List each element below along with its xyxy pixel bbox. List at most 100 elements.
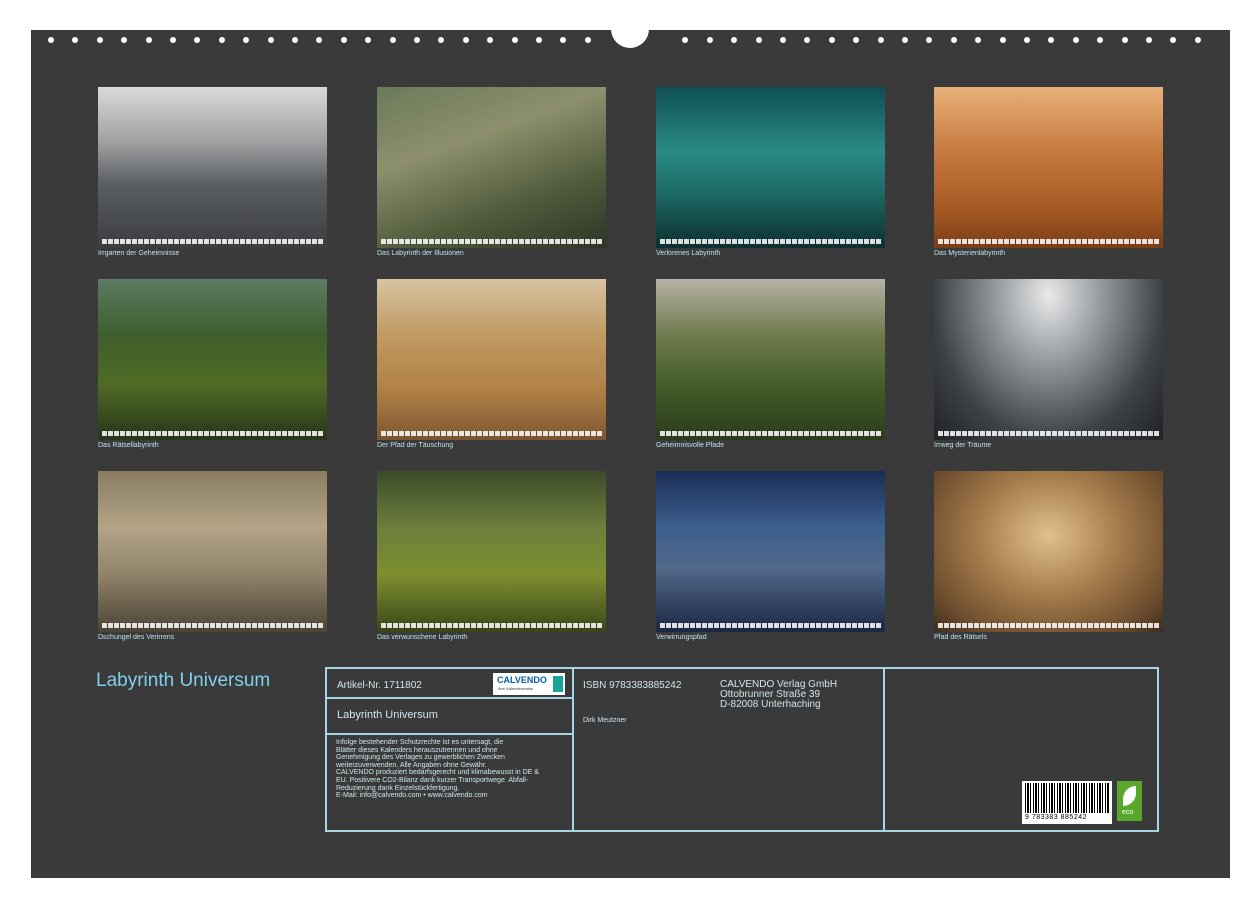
divider <box>327 733 572 735</box>
month-image <box>656 279 885 440</box>
author: Dirk Meutzner <box>583 717 627 724</box>
image-caption: Das Labyrinth der Illusionen <box>377 250 464 257</box>
legal-line: CALVENDO produziert bedarfsgerecht und k… <box>336 769 572 777</box>
binding-hole <box>1048 37 1054 43</box>
month-image <box>98 279 327 440</box>
binding-hole <box>219 37 225 43</box>
binding-hole <box>48 37 54 43</box>
binding-hole <box>97 37 103 43</box>
divider <box>327 697 572 699</box>
info-box: Artikel-Nr. 1711802 CALVENDO Ihre Kalend… <box>325 667 1159 832</box>
binding-hole <box>390 37 396 43</box>
month-calendar-strip <box>938 623 1159 628</box>
binding-hole <box>146 37 152 43</box>
image-caption: Irrweg der Träume <box>934 442 991 449</box>
publisher-address: CALVENDO Verlag GmbH Ottobrunner Straße … <box>720 680 837 710</box>
image-caption: Das verwunschene Labyrinth <box>377 634 467 641</box>
month-calendar-strip <box>660 623 881 628</box>
month-image <box>377 279 606 440</box>
binding-hole <box>1073 37 1079 43</box>
month-image <box>98 471 327 632</box>
leaf-icon <box>1123 786 1136 806</box>
month-image <box>377 87 606 248</box>
legal-line: weiterzuverwenden. Alle Angaben ohne Gew… <box>336 762 572 770</box>
calendar-back-sheet: Irrgarten der Geheimnisse Das Labyrinth d… <box>31 30 1230 878</box>
binding-hole <box>365 37 371 43</box>
divider <box>572 669 574 830</box>
binding-hole <box>902 37 908 43</box>
month-calendar-strip <box>938 431 1159 436</box>
month-calendar-strip <box>381 623 602 628</box>
binding-hole <box>731 37 737 43</box>
month-image <box>656 471 885 632</box>
divider <box>883 669 885 830</box>
month-calendar-strip <box>660 431 881 436</box>
barcode-number: 9 783383 885242 <box>1025 814 1087 821</box>
binding-hole <box>853 37 859 43</box>
binding-hole <box>438 37 444 43</box>
binding-hole <box>341 37 347 43</box>
binding-hole <box>292 37 298 43</box>
month-image <box>377 471 606 632</box>
binding-hole <box>1146 37 1152 43</box>
binding-hole <box>1024 37 1030 43</box>
binding-hole <box>878 37 884 43</box>
legal-line: EU. Positivere CO2-Bilanz dank kurzer Tr… <box>336 777 572 785</box>
binding-hole <box>780 37 786 43</box>
month-calendar-strip <box>102 623 323 628</box>
binding-hole <box>1097 37 1103 43</box>
legal-line: Genehmigung des Verlages zu gewerblichen… <box>336 754 572 762</box>
binding-hole <box>756 37 762 43</box>
binding-hole <box>121 37 127 43</box>
binding-hole <box>1170 37 1176 43</box>
binding-hole <box>1000 37 1006 43</box>
binding-hole <box>487 37 493 43</box>
binding-hole <box>316 37 322 43</box>
month-image <box>98 87 327 248</box>
binding-hole <box>829 37 835 43</box>
barcode-bars <box>1025 783 1109 813</box>
image-caption: Verlorenes Labyrinth <box>656 250 720 257</box>
article-number: Artikel-Nr. 1711802 <box>337 680 422 691</box>
binding-hole <box>682 37 688 43</box>
binding-hole <box>268 37 274 43</box>
eco-badge: eco <box>1117 781 1142 821</box>
binding-hole <box>951 37 957 43</box>
image-caption: Das Rätsellabyrinth <box>98 442 159 449</box>
binding-hole <box>72 37 78 43</box>
month-calendar-strip <box>381 239 602 244</box>
binding-hole <box>414 37 420 43</box>
binding-hole <box>512 37 518 43</box>
legal-line: Reduzierung dank Einzelstückfertigung. <box>336 785 572 793</box>
calvendo-logo: CALVENDO Ihre Kalendermarke <box>493 673 565 695</box>
logo-subtext: Ihre Kalendermarke <box>498 686 533 691</box>
month-calendar-strip <box>102 239 323 244</box>
binding-hole <box>585 37 591 43</box>
month-image <box>656 87 885 248</box>
image-caption: Dschungel des Verirrens <box>98 634 174 641</box>
legal-line: Blätter dieses Kalenders herauszutrennen… <box>336 747 572 755</box>
image-caption: Geheimnisvolle Pfade <box>656 442 724 449</box>
isbn: ISBN 9783383885242 <box>583 680 681 691</box>
image-caption: Verwirrungspfad <box>656 634 707 641</box>
legal-text: Infolge bestehender Schutzrechte ist es … <box>336 739 572 800</box>
eco-label: eco <box>1122 809 1133 816</box>
image-caption: Irrgarten der Geheimnisse <box>98 250 179 257</box>
binding-hole <box>804 37 810 43</box>
binding-hole <box>1195 37 1201 43</box>
month-image <box>934 87 1163 248</box>
binding-hole <box>560 37 566 43</box>
month-calendar-strip <box>660 239 881 244</box>
binding-hole <box>463 37 469 43</box>
calendar-title: Labyrinth Universum <box>96 670 270 692</box>
image-caption: Das Mysterienlabyrinth <box>934 250 1005 257</box>
image-caption: Pfad des Rätsels <box>934 634 987 641</box>
month-calendar-strip <box>102 431 323 436</box>
image-caption: Der Pfad der Täuschung <box>377 442 453 449</box>
binding-hole <box>194 37 200 43</box>
isbn-barcode: 9 783383 885242 <box>1022 781 1112 824</box>
binding-hole <box>170 37 176 43</box>
binding-hole <box>536 37 542 43</box>
binding-hole <box>707 37 713 43</box>
legal-line: Infolge bestehender Schutzrechte ist es … <box>336 739 572 747</box>
